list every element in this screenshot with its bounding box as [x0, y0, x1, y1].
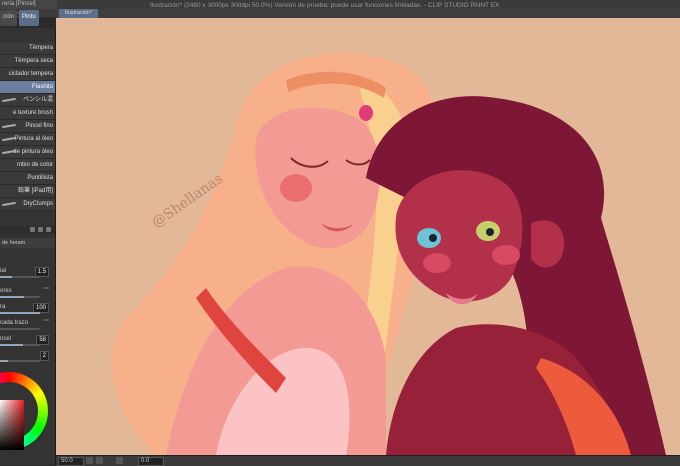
- brush-label: DryClumps: [23, 201, 53, 207]
- panel-tabs: ción Pintu: [0, 10, 55, 26]
- tab-label: Ilustración*: [65, 10, 93, 16]
- tab-subtool[interactable]: ción: [0, 10, 18, 26]
- brush-item[interactable]: ciclador tempera: [0, 68, 55, 81]
- left-figure-blush: [280, 174, 312, 202]
- right-figure-blush: [423, 253, 451, 273]
- artwork: @Shellanas: [56, 18, 680, 455]
- property-label: ial: [0, 268, 7, 274]
- brush-item[interactable]: Puntillista: [0, 172, 55, 185]
- property-slider-fill: [0, 360, 8, 362]
- brush-label: ciclador tempera: [8, 71, 53, 77]
- brush-item[interactable]: Témpera seca: [0, 55, 55, 68]
- tiara-gem: [359, 105, 373, 121]
- property-value[interactable]: 2: [39, 351, 49, 361]
- status-bar: 50.0 0.0: [56, 455, 680, 466]
- property-slider-fill: [0, 296, 24, 298]
- brush-item[interactable]: 鉛筆 [iPad用]: [0, 185, 55, 198]
- brush-label: Pincel fino: [25, 123, 53, 129]
- panel-title: rería [Pincel]: [0, 0, 57, 9]
- rotate-icon[interactable]: [116, 457, 123, 464]
- trash-icon[interactable]: [46, 227, 51, 232]
- brush-list: Témpera Témpera seca ciclador tempera Fl…: [0, 42, 55, 211]
- zoom-in-icon[interactable]: [96, 457, 103, 464]
- drawing-canvas[interactable]: @Shellanas: [56, 18, 680, 455]
- brush-item[interactable]: de pintura óleo: [0, 146, 55, 159]
- property-row[interactable]: ncel 58: [0, 334, 55, 346]
- tab-pintura[interactable]: Pintu: [19, 10, 39, 26]
- property-row[interactable]: 2: [0, 350, 55, 362]
- property-slider-fill: [0, 312, 40, 314]
- property-slider[interactable]: [0, 344, 40, 346]
- property-slider[interactable]: [0, 296, 40, 298]
- brush-item-selected[interactable]: Flashito: [0, 81, 55, 94]
- brush-label: de pintura óleo: [13, 149, 53, 155]
- right-figure-pupil-left: [429, 234, 437, 242]
- brush-label: Témpera seca: [14, 58, 53, 64]
- subtool-toolbar: [0, 226, 55, 234]
- property-row[interactable]: cada trazo: [0, 318, 55, 330]
- property-slider[interactable]: [0, 276, 40, 278]
- brush-item[interactable]: e texture brush: [0, 107, 55, 120]
- brush-label: 鉛筆 [iPad用]: [17, 188, 53, 194]
- property-slider[interactable]: [0, 312, 40, 314]
- right-figure-pupil-right: [486, 228, 494, 236]
- brush-item[interactable]: ペンシル混: [0, 94, 55, 107]
- property-label: ncel: [0, 336, 12, 342]
- brush-stroke-icon: [1, 201, 17, 207]
- copy-icon[interactable]: [38, 227, 43, 232]
- zoom-out-icon[interactable]: [86, 457, 93, 464]
- property-row[interactable]: ra 100: [0, 302, 55, 314]
- property-row[interactable]: ial 1.5: [0, 266, 55, 278]
- right-figure-ear: [531, 220, 565, 268]
- property-slider-fill: [0, 276, 12, 278]
- property-slider[interactable]: [0, 360, 40, 362]
- brush-item[interactable]: Pintura al óleo: [0, 133, 55, 146]
- property-slider[interactable]: [0, 328, 40, 330]
- brush-item[interactable]: Pincel fino: [0, 120, 55, 133]
- property-value[interactable]: [43, 287, 49, 289]
- brush-label: Puntillista: [27, 175, 53, 181]
- brush-label: mbio de color: [16, 162, 53, 168]
- tool-property-title: de heram: [2, 240, 26, 246]
- property-value[interactable]: [43, 319, 49, 321]
- brush-label: Flashito: [31, 84, 53, 90]
- brush-label: ペンシル混: [22, 97, 53, 103]
- tab-ilustracion[interactable]: Ilustración*: [59, 9, 99, 18]
- property-label: ores: [0, 288, 12, 294]
- brush-stroke-icon: [1, 97, 17, 103]
- window-title: Ilustración* (2480 x 3000px 300dpi 50.0%…: [150, 2, 500, 9]
- brush-item[interactable]: DryClumps: [0, 198, 55, 211]
- brush-label: Témpera: [28, 45, 53, 51]
- brush-item[interactable]: Témpera: [0, 42, 55, 55]
- property-label: ra: [0, 304, 6, 310]
- brush-item[interactable]: mbio de color: [0, 159, 55, 172]
- brush-label: Pintura al óleo: [14, 136, 53, 142]
- right-figure-blush: [492, 245, 520, 265]
- brush-label: e texture brush: [12, 110, 53, 116]
- property-slider-fill: [0, 344, 24, 346]
- property-row[interactable]: ores: [0, 286, 55, 298]
- property-label: cada trazo: [0, 320, 29, 326]
- folder-icon[interactable]: [30, 227, 35, 232]
- brush-stroke-icon: [1, 123, 17, 129]
- canvas-tab-bar: ✕ — Ilustración*: [8, 9, 680, 18]
- color-saturation-square[interactable]: [0, 400, 24, 450]
- tool-property-header: de heram: [0, 238, 55, 248]
